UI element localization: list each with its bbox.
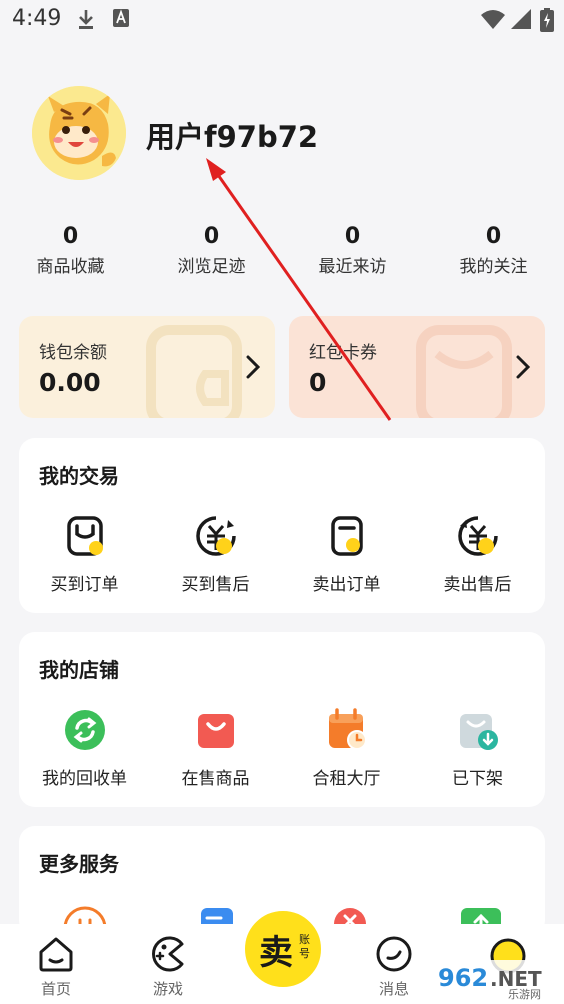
my-trades-card: 我的交易 买到订单 买到售后 卖出订单 卖出售后 xyxy=(19,438,545,613)
watermark-graphic-icon: 962 .NET 乐游网 xyxy=(432,960,556,1001)
yuan-refund-icon xyxy=(195,516,236,556)
username: 用户f97b72 xyxy=(146,120,319,154)
coupon-card[interactable]: 红包卡券 0 xyxy=(289,316,545,418)
status-time: 4:49 xyxy=(12,6,62,31)
recycle-orders-item[interactable]: 我的回收单 xyxy=(19,708,150,789)
stat-visitors[interactable]: 0 最近来访 xyxy=(282,222,423,282)
wifi-icon xyxy=(481,10,505,29)
stat-label: 我的关注 xyxy=(459,257,528,277)
grid-label: 在售商品 xyxy=(181,769,250,789)
grid-label: 卖出订单 xyxy=(312,575,381,595)
grid-label: 合租大厅 xyxy=(312,769,381,789)
download-bag-icon xyxy=(459,714,498,750)
my-shop-title: 我的店铺 xyxy=(39,658,119,682)
bought-orders-item[interactable]: 买到订单 xyxy=(19,514,150,595)
yuan-aftersale-icon xyxy=(457,516,498,556)
chevron-right-icon xyxy=(516,355,531,379)
wallet-balance-label: 钱包余额 xyxy=(39,343,107,363)
tab-label: 游戏 xyxy=(152,980,183,998)
sell-bag-icon xyxy=(330,516,363,556)
grid-label: 已下架 xyxy=(452,769,503,789)
wallet-balance-value: 0.00 xyxy=(39,368,101,397)
stat-label: 浏览足迹 xyxy=(177,257,246,277)
calendar-clock-icon xyxy=(328,708,367,750)
font-icon xyxy=(113,9,129,27)
coupon-label: 红包卡券 xyxy=(309,343,377,363)
coupon-decoration-icon xyxy=(416,325,512,418)
svg-text:962: 962 xyxy=(438,964,488,992)
grid-label: 买到订单 xyxy=(50,575,119,595)
stat-value: 0 xyxy=(485,224,502,249)
sell-account-button[interactable]: 卖 账号 xyxy=(240,906,326,992)
sell-button-label: 卖 xyxy=(259,933,293,973)
sell-button-sublabel: 账号 xyxy=(299,933,310,960)
grid-label: 买到售后 xyxy=(181,575,250,595)
stat-following[interactable]: 0 我的关注 xyxy=(423,222,564,282)
stat-value: 0 xyxy=(344,224,361,249)
stat-label: 商品收藏 xyxy=(36,257,105,277)
watermark-logo: 962 .NET 乐游网 xyxy=(430,946,560,1001)
shared-rental-hall-item[interactable]: 合租大厅 xyxy=(281,708,412,789)
stat-value: 0 xyxy=(203,224,220,249)
shopping-bag-icon xyxy=(197,714,234,748)
tab-label: 首页 xyxy=(40,980,71,998)
coupon-value: 0 xyxy=(309,368,327,397)
recycle-icon xyxy=(64,710,105,750)
avatar[interactable] xyxy=(32,86,126,180)
more-services-title: 更多服务 xyxy=(39,852,119,876)
bag-icon xyxy=(66,516,103,556)
grid-label: 卖出售后 xyxy=(443,575,512,595)
profile-header[interactable]: 用户f97b72 xyxy=(32,86,532,182)
battery-icon xyxy=(540,8,554,32)
tiger-avatar-icon xyxy=(32,86,126,180)
stat-value: 0 xyxy=(62,224,79,249)
wallet-balance-card[interactable]: 钱包余额 0.00 xyxy=(19,316,275,418)
tab-home[interactable]: 首页 xyxy=(16,924,96,999)
status-bar: 4:49 xyxy=(0,0,564,40)
download-icon xyxy=(79,10,93,29)
stats-row: 0 商品收藏 0 浏览足迹 0 最近来访 0 我的关注 xyxy=(0,222,564,292)
tab-games[interactable]: 游戏 xyxy=(128,924,208,999)
grid-label: 我的回收单 xyxy=(42,769,127,789)
my-shop-card: 我的店铺 我的回收单 在售商品 合租大厅 已下架 xyxy=(19,632,545,807)
tab-messages[interactable]: 消息 xyxy=(354,924,434,999)
my-trades-title: 我的交易 xyxy=(39,464,119,488)
wallet-decoration-icon xyxy=(146,325,242,418)
tab-label: 消息 xyxy=(378,980,409,998)
home-icon xyxy=(39,937,73,972)
stat-history[interactable]: 0 浏览足迹 xyxy=(141,222,282,282)
sold-orders-item[interactable]: 卖出订单 xyxy=(281,514,412,595)
stat-label: 最近来访 xyxy=(318,257,387,277)
chevron-right-icon xyxy=(246,355,261,379)
stat-favorites[interactable]: 0 商品收藏 xyxy=(0,222,141,282)
signal-icon xyxy=(511,9,531,29)
sold-aftersale-item[interactable]: 卖出售后 xyxy=(412,514,543,595)
svg-text:乐游网: 乐游网 xyxy=(508,988,541,1000)
delisted-item[interactable]: 已下架 xyxy=(412,708,543,789)
message-bubble-icon xyxy=(376,936,412,972)
bought-aftersale-item[interactable]: 买到售后 xyxy=(150,514,281,595)
on-sale-item[interactable]: 在售商品 xyxy=(150,708,281,789)
gamepad-icon xyxy=(152,936,184,972)
